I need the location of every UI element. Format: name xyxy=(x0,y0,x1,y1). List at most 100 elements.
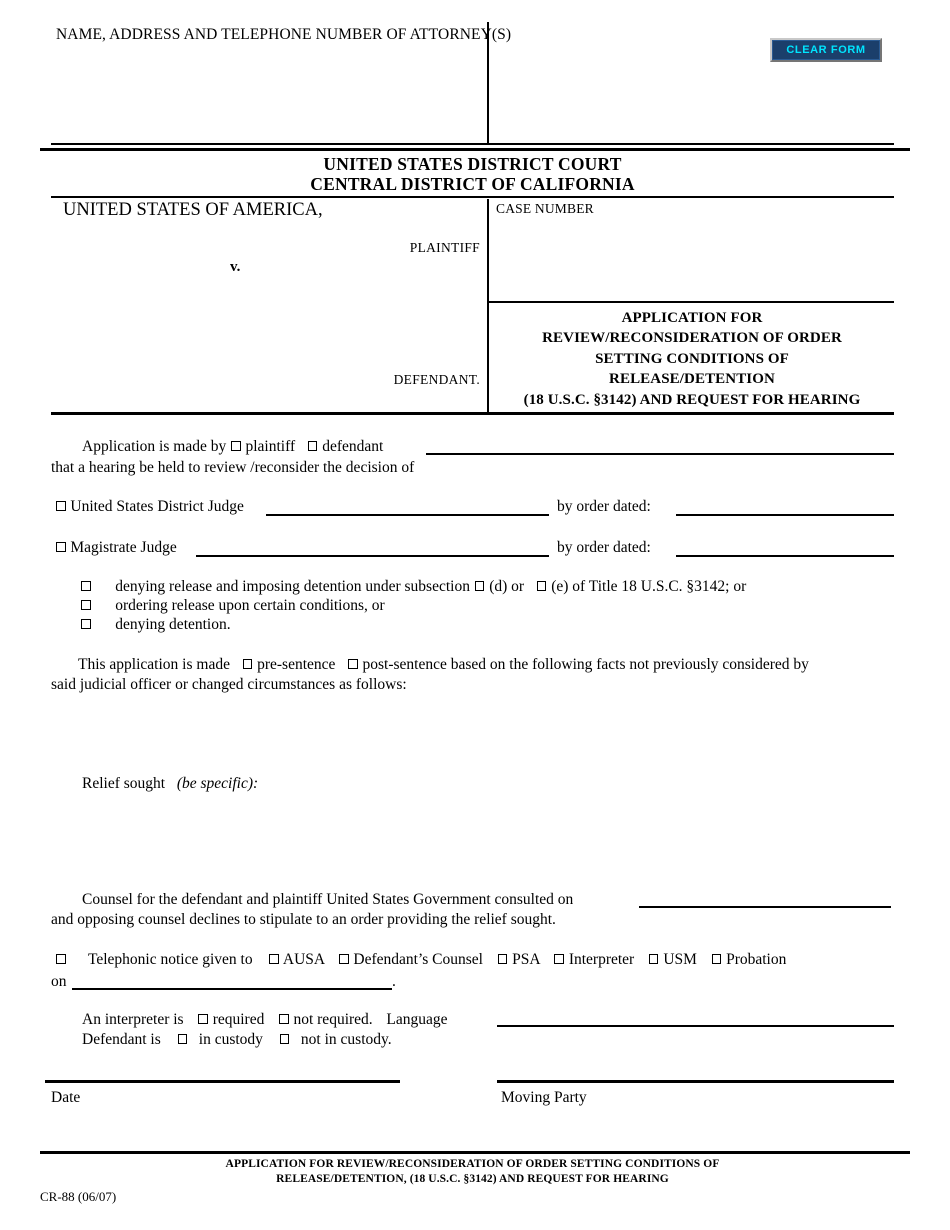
decision-option-2: ordering release upon certain conditions… xyxy=(80,596,385,616)
checkbox-probation[interactable] xyxy=(711,954,722,964)
checkbox-post-sentence[interactable] xyxy=(348,659,358,669)
application-title-line-1: APPLICATION FOR xyxy=(621,310,763,326)
checkbox-plaintiff[interactable] xyxy=(231,441,241,451)
checkbox-magistrate-judge[interactable] xyxy=(56,542,66,552)
decision-option-3: denying detention. xyxy=(80,615,231,635)
recipient-ausa-label: AUSA xyxy=(282,951,325,968)
form-page: NAME, ADDRESS AND TELEPHONE NUMBER OF AT… xyxy=(0,0,950,1230)
decision-option-3-text: denying detention. xyxy=(115,616,231,633)
court-title: UNITED STATES DISTRICT COURT CENTRAL DIS… xyxy=(50,154,895,194)
language-label: Language xyxy=(386,1011,448,1028)
sentence-prefix: This application is made xyxy=(78,656,230,673)
checkbox-denying-detention[interactable] xyxy=(81,619,91,629)
option-defendant-label: defendant xyxy=(322,438,384,455)
district-order-dated-fill-rule xyxy=(676,514,894,516)
sentence-section-line2: said judicial officer or changed circums… xyxy=(51,676,407,693)
application-made-by-prefix: Application is made by xyxy=(82,438,227,455)
magistrate-judge-fill-rule xyxy=(196,555,549,557)
caption-bottom-rule xyxy=(51,412,894,416)
interpreter-not-required-label: not required. xyxy=(293,1011,373,1028)
court-title-line1: UNITED STATES DISTRICT COURT xyxy=(323,154,622,174)
relief-sought-textarea[interactable] xyxy=(51,798,894,878)
district-judge-label: United States District Judge xyxy=(70,498,244,515)
custody-prefix: Defendant is xyxy=(82,1031,161,1048)
sentence-section-line1: This application is made pre-sentence po… xyxy=(78,655,809,675)
moving-party-signature-rule xyxy=(497,1080,894,1084)
pre-sentence-label: pre-sentence xyxy=(257,656,336,673)
attorney-box-bottom-rule xyxy=(51,143,894,145)
district-judge-line: United States District Judge xyxy=(55,497,244,517)
application-title-line-2: REVIEW/RECONSIDERATION OF ORDER xyxy=(542,330,842,347)
caption-divider xyxy=(487,199,489,414)
magistrate-judge-label: Magistrate Judge xyxy=(70,539,177,556)
subsection-e-label: (e) of Title 18 U.S.C. §3142; or xyxy=(551,578,747,595)
in-custody-label: in custody xyxy=(198,1031,263,1048)
recipient-defendants-counsel-label: Defendant’s Counsel xyxy=(353,951,483,968)
checkbox-psa[interactable] xyxy=(497,954,508,964)
interpreter-required-label: required xyxy=(212,1011,265,1028)
footer-separator-rule xyxy=(40,1151,910,1155)
caption-top-rule xyxy=(51,196,894,199)
telephonic-notice-line: Telephonic notice given to AUSA Defendan… xyxy=(55,950,786,970)
checkbox-telephonic-notice[interactable] xyxy=(56,954,66,964)
application-title: APPLICATION FOR REVIEW/RECONSIDERATION O… xyxy=(492,308,892,410)
checkbox-usm[interactable] xyxy=(648,954,659,964)
application-title-line-5: (18 U.S.C. §3142) AND REQUEST FOR HEARIN… xyxy=(523,391,861,408)
relief-sought-line: Relief sought (be specific): xyxy=(82,774,258,794)
checkbox-interpreter-notice[interactable] xyxy=(554,954,564,964)
date-signature-rule xyxy=(45,1080,400,1084)
interpreter-line: An interpreter is required not required.… xyxy=(82,1010,448,1030)
relief-sought-label: Relief sought xyxy=(82,775,166,792)
case-number-field[interactable] xyxy=(496,222,876,236)
checkbox-subsection-e[interactable] xyxy=(536,581,547,591)
clear-form-button[interactable]: CLEAR FORM xyxy=(770,38,882,62)
relief-sought-hint: (be specific): xyxy=(176,775,259,792)
recipient-usm-label: USM xyxy=(663,951,697,968)
defendant-label: DEFENDANT. xyxy=(393,372,480,387)
facts-textarea[interactable] xyxy=(51,698,894,760)
not-in-custody-label: not in custody. xyxy=(300,1031,392,1048)
subsection-d-label: (d) or xyxy=(489,578,525,595)
case-number-label: CASE NUMBER xyxy=(496,201,594,216)
footer-title-line2: RELEASE/DETENTION, (18 U.S.C. §3142) AND… xyxy=(276,1173,669,1185)
checkbox-denying-release[interactable] xyxy=(81,581,91,591)
recipient-psa-label: PSA xyxy=(512,951,540,968)
checkbox-in-custody[interactable] xyxy=(177,1034,188,1044)
magistrate-order-dated-label: by order dated: xyxy=(557,539,651,556)
checkbox-ausa[interactable] xyxy=(269,954,279,964)
option-plaintiff-label: plaintiff xyxy=(245,438,296,455)
decision-option-2-text: ordering release upon certain conditions… xyxy=(115,597,385,614)
moving-party-label: Moving Party xyxy=(501,1089,587,1106)
magistrate-judge-line: Magistrate Judge xyxy=(55,538,177,558)
checkbox-pre-sentence[interactable] xyxy=(242,659,253,669)
recipient-interpreter-label: Interpreter xyxy=(568,951,635,968)
consulted-on-fill-rule xyxy=(639,906,891,908)
checkbox-defendants-counsel[interactable] xyxy=(339,954,349,964)
telephonic-on-label: on xyxy=(51,973,67,990)
custody-line: Defendant is in custody not in custody. xyxy=(82,1030,392,1050)
application-title-line-4: RELEASE/DETENTION xyxy=(609,371,775,388)
court-title-line2: CENTRAL DISTRICT OF CALIFORNIA xyxy=(310,174,635,194)
form-code: CR-88 (06/07) xyxy=(40,1189,117,1204)
attorney-block-label: NAME, ADDRESS AND TELEPHONE NUMBER OF AT… xyxy=(56,26,512,43)
post-sentence-label: post-sentence based on the following fac… xyxy=(362,656,809,673)
checkbox-interpreter-not-required[interactable] xyxy=(279,1014,289,1024)
checkbox-ordering-release[interactable] xyxy=(81,600,91,610)
telephonic-on-fill-rule xyxy=(72,988,392,990)
plaintiff-label: PLAINTIFF xyxy=(409,240,480,255)
recipient-probation-label: Probation xyxy=(726,951,787,968)
checkbox-district-judge[interactable] xyxy=(56,501,66,511)
counsel-consult-line2: and opposing counsel declines to stipula… xyxy=(51,911,556,928)
application-made-by-line: Application is made by plaintiff defenda… xyxy=(82,437,383,457)
checkbox-not-in-custody[interactable] xyxy=(279,1034,290,1044)
checkbox-interpreter-required[interactable] xyxy=(198,1014,208,1024)
district-order-dated-label: by order dated: xyxy=(557,498,651,515)
attorney-box-divider xyxy=(487,22,489,144)
header-separator-thick xyxy=(40,148,910,152)
date-label: Date xyxy=(51,1089,81,1106)
decision-option-1: denying release and imposing detention u… xyxy=(80,577,746,597)
checkbox-defendant[interactable] xyxy=(307,441,318,451)
decision-option-1-text: denying release and imposing detention u… xyxy=(115,578,470,595)
telephonic-on-period: . xyxy=(392,973,396,990)
checkbox-subsection-d[interactable] xyxy=(474,581,485,591)
